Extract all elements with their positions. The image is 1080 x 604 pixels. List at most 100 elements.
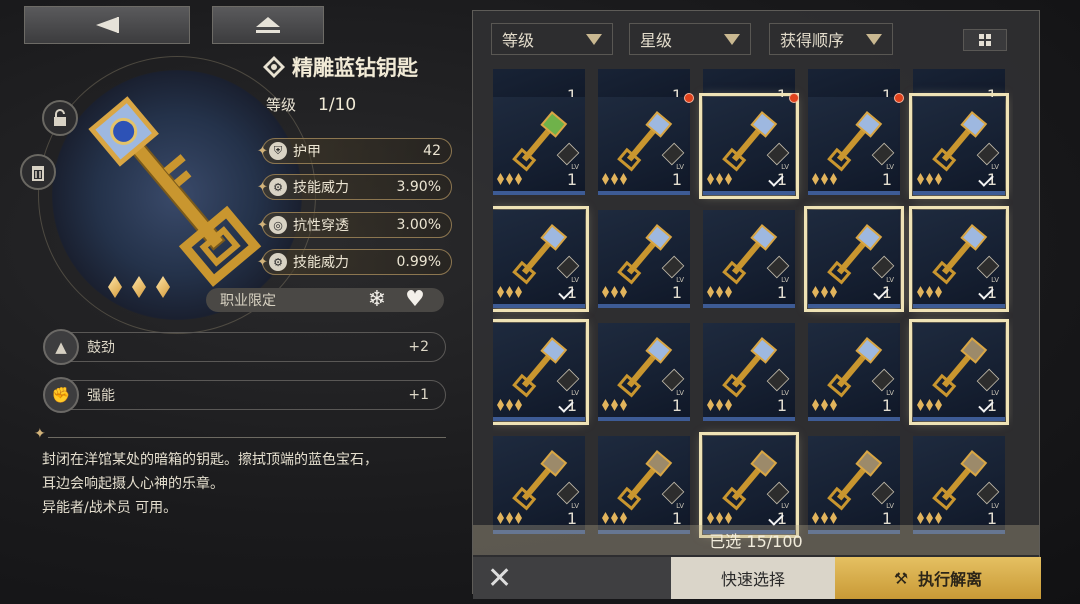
item-level: 等级 1/10 [266, 94, 356, 115]
skill-row-empower[interactable]: ✊ 强能 +1 [43, 377, 446, 413]
description-divider: ✦ [34, 426, 446, 444]
star-icon [515, 399, 522, 411]
inventory-card[interactable]: LV 1 [493, 97, 585, 195]
star-icon [602, 286, 609, 298]
key-icon [617, 450, 673, 511]
stat-row-resist-pen: ✦ ◎ 抗性穿透 3.00% [257, 212, 452, 238]
lock-button[interactable] [42, 100, 78, 136]
key-icon [932, 450, 988, 511]
key-icon [932, 111, 988, 172]
inventory-card[interactable]: LV 1 [909, 319, 1009, 425]
gear-icon: ⚙ [269, 178, 287, 196]
key-icon [827, 450, 883, 511]
rarity-stars [602, 173, 627, 185]
inventory-card[interactable]: LV 1 [493, 206, 589, 312]
chevron-down-icon [586, 33, 602, 45]
execute-dismantle-button[interactable]: ⚒ 执行解离 [835, 557, 1041, 599]
sparkle-icon: ✦ [257, 218, 268, 233]
star-icon [830, 286, 837, 298]
rarity-stars [497, 399, 522, 411]
star-icon [716, 399, 723, 411]
star-icon [821, 399, 828, 411]
description-line: 封闭在洋馆某处的暗箱的钥匙。擦拭顶端的蓝色宝石， [42, 452, 378, 468]
chevron-down-icon [724, 33, 740, 45]
card-count: 1 [776, 396, 787, 415]
key-icon [512, 111, 568, 172]
key-icon [722, 111, 778, 172]
star-icon [707, 173, 714, 185]
inventory-card[interactable]: LV 1 [598, 97, 690, 195]
star-icon [132, 276, 146, 298]
stat-value: 3.00% [396, 217, 441, 233]
star-icon [812, 173, 819, 185]
key-icon [617, 111, 673, 172]
inventory-card[interactable]: LV 1 [598, 210, 690, 308]
quick-select-button[interactable]: 快速选择 [671, 557, 835, 599]
star-icon [515, 286, 522, 298]
job-limit-label: 职业限定 [220, 293, 276, 309]
snowflake-icon[interactable]: ❄ [362, 284, 392, 314]
star-icon [497, 399, 504, 411]
star-icon [506, 173, 513, 185]
skill-bonus: +1 [408, 387, 429, 403]
action-bar: 已选 15/100 ✕ 快速选择 ⚒ 执行解离 [473, 519, 1041, 599]
rarity-stars [707, 173, 732, 185]
heart-icon[interactable]: ♥ [400, 284, 430, 314]
stat-row-armor: ✦ ⛨ 护甲 42 [257, 138, 452, 164]
key-icon [722, 224, 778, 285]
rarity-stars [497, 173, 522, 185]
back-button[interactable] [24, 6, 190, 44]
selected-count: 已选 15/100 [473, 525, 1039, 555]
star-icon [935, 399, 942, 411]
inventory-card[interactable]: LV 1 [598, 323, 690, 421]
level-filter-dropdown[interactable]: 等级 [491, 23, 613, 55]
star-icon [506, 399, 513, 411]
key-icon [827, 224, 883, 285]
stat-name: 抗性穿透 [293, 218, 349, 234]
star-icon [812, 399, 819, 411]
rarity-stars [917, 399, 942, 411]
inventory-card[interactable]: LV 1 [703, 210, 795, 308]
star-icon [707, 399, 714, 411]
cancel-button[interactable]: ✕ [473, 557, 671, 599]
inventory-card[interactable]: LV 1 [699, 93, 799, 199]
key-icon [932, 224, 988, 285]
skill-name: 鼓劲 [87, 340, 115, 356]
star-filter-dropdown[interactable]: 星级 [629, 23, 751, 55]
rarity-stars [602, 399, 627, 411]
grid-view-toggle[interactable] [963, 29, 1007, 51]
stat-value: 42 [423, 143, 441, 159]
card-count: 1 [776, 283, 787, 302]
rarity-stars [108, 276, 170, 298]
skill-name: 强能 [87, 388, 115, 404]
star-icon [935, 173, 942, 185]
skill-bonus: +2 [408, 339, 429, 355]
inventory-card[interactable]: LV 1 [493, 319, 589, 425]
home-button[interactable] [212, 6, 324, 44]
description-line: 异能者/战术员 可用。 [42, 500, 178, 516]
inventory-card[interactable]: LV 1 [804, 206, 904, 312]
stat-name: 护甲 [293, 144, 321, 160]
item-grid[interactable]: 1 1 1 1 1 LV 1 LV 1 LV 1 LV 1 LV 1 LV 1 LV 1 LV 1 LV 1 LV 1 LV 1 LV… [493, 69, 1013, 551]
inventory-card[interactable]: LV 1 [703, 323, 795, 421]
sparkle-icon: ✦ [257, 144, 268, 159]
inventory-card[interactable]: LV 1 [808, 97, 900, 195]
inventory-card[interactable]: LV 1 [909, 93, 1009, 199]
key-icon [722, 337, 778, 398]
chevron-down-icon [866, 33, 882, 45]
card-count: 1 [566, 170, 577, 189]
order-filter-dropdown[interactable]: 获得顺序 [769, 23, 893, 55]
star-icon [821, 173, 828, 185]
inventory-card[interactable]: LV 1 [909, 206, 1009, 312]
star-icon [716, 286, 723, 298]
close-icon: ✕ [487, 560, 513, 596]
star-icon [830, 173, 837, 185]
unlock-icon [54, 109, 66, 126]
discard-button[interactable] [20, 154, 56, 190]
inventory-card[interactable]: LV 1 [808, 323, 900, 421]
sparkle-icon: ✦ [257, 255, 268, 270]
star-icon [830, 399, 837, 411]
skill-row-boost[interactable]: ▲ 鼓劲 +2 [43, 329, 446, 365]
star-icon [602, 399, 609, 411]
level-value: 1/10 [318, 95, 357, 115]
